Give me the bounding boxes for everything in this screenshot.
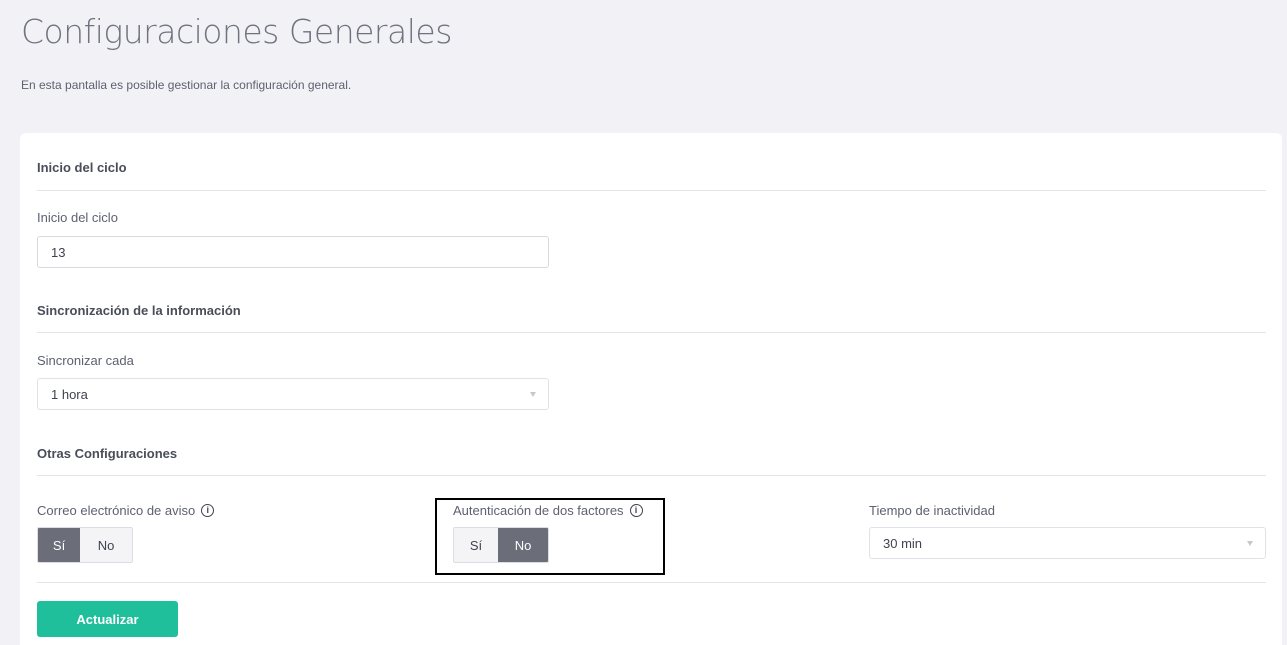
email-alert-label-text: Correo electrónico de aviso [37,503,196,518]
divider [37,332,1266,333]
section-title-sync: Sincronización de la información [37,303,241,318]
sync-interval-select[interactable]: 1 hora [37,378,549,410]
two-factor-label-text: Autenticación de dos factores [453,503,624,518]
update-button[interactable]: Actualizar [37,601,178,637]
sync-interval-value: 1 hora [51,386,88,402]
email-alert-toggle: Sí No [37,527,133,563]
two-factor-yes-option[interactable]: Sí [454,528,499,562]
two-factor-toggle: Sí No [453,527,549,563]
inactivity-value: 30 min [883,535,923,551]
two-factor-label: Autenticación de dos factores i [453,503,643,518]
chevron-down-icon [530,392,536,397]
cycle-start-label-text: Inicio del ciclo [37,210,118,225]
chevron-down-icon [1247,541,1253,546]
divider [37,582,1266,583]
page-title: Configuraciones Generales [21,12,452,51]
email-alert-label: Correo electrónico de aviso i [37,503,215,518]
info-icon[interactable]: i [629,504,643,517]
info-icon[interactable]: i [201,504,215,517]
inactivity-label-text: Tiempo de inactividad [869,503,995,518]
cycle-start-label: Inicio del ciclo [37,210,118,225]
page-subtitle: En esta pantalla es posible gestionar la… [21,78,352,92]
sync-interval-label: Sincronizar cada [37,353,134,368]
sync-interval-label-text: Sincronizar cada [37,353,134,368]
cycle-start-input[interactable] [37,236,549,268]
section-title-cycle: Inicio del ciclo [37,160,127,175]
section-title-other: Otras Configuraciones [37,446,178,461]
email-alert-yes-option[interactable]: Sí [38,528,81,562]
divider [37,475,1266,476]
divider [37,190,1266,191]
inactivity-label: Tiempo de inactividad [869,503,995,518]
two-factor-no-option[interactable]: No [498,528,548,562]
inactivity-select[interactable]: 30 min [869,527,1266,559]
settings-card: Inicio del ciclo Inicio del ciclo Sincro… [20,133,1282,645]
email-alert-no-option[interactable]: No [80,528,132,562]
